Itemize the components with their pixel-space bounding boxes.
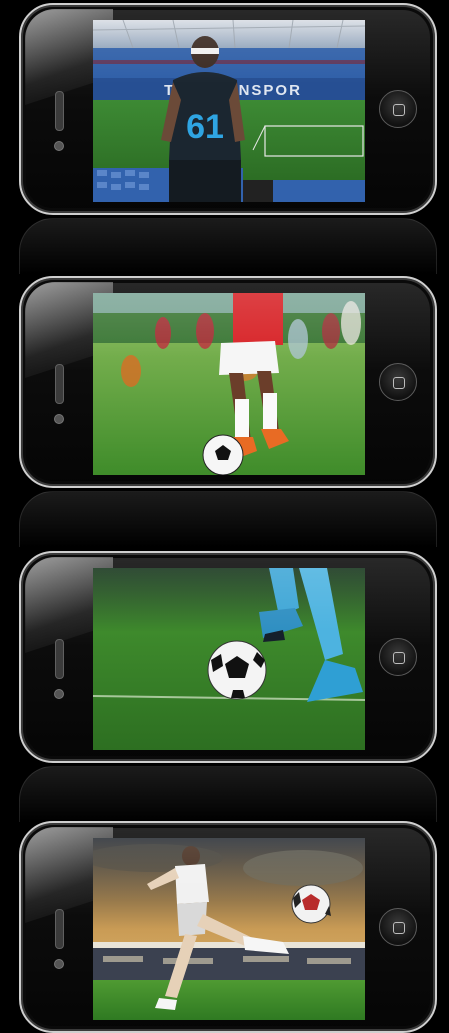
home-square-icon [393,104,405,116]
kids-soccer-photo [93,293,365,475]
front-camera-icon [54,414,64,424]
home-square-icon [393,922,405,934]
front-camera-icon [54,141,64,151]
speaker-grille-icon [55,364,64,404]
phone-frame-3 [19,551,437,763]
stadium-photo: TRABZONSPOR 61 [93,20,365,202]
phone-frame-1: TRABZONSPOR 61 [19,3,437,215]
phone-reflection-1 [19,218,437,274]
phone-frame-2 [19,276,437,488]
front-camera-icon [54,959,64,969]
phone-reflection-2 [19,491,437,547]
speaker-grille-icon [55,639,64,679]
home-square-icon [393,377,405,389]
phone-screen-1[interactable]: TRABZONSPOR 61 [93,20,365,202]
speaker-grille-icon [55,909,64,949]
speaker-grille-icon [55,91,64,131]
phone-screen-3[interactable] [93,568,365,750]
home-button-icon[interactable] [379,908,417,946]
home-button-icon[interactable] [379,90,417,128]
phone-screen-2[interactable] [93,293,365,475]
kick-sunset-photo [93,838,365,1020]
phone-frame-4 [19,821,437,1033]
ball-closeup-photo [93,568,365,750]
home-square-icon [393,652,405,664]
front-camera-icon [54,689,64,699]
home-button-icon[interactable] [379,363,417,401]
phone-screen-4[interactable] [93,838,365,1020]
jersey-number: 61 [186,108,224,146]
home-button-icon[interactable] [379,638,417,676]
phone-reflection-3 [19,766,437,822]
